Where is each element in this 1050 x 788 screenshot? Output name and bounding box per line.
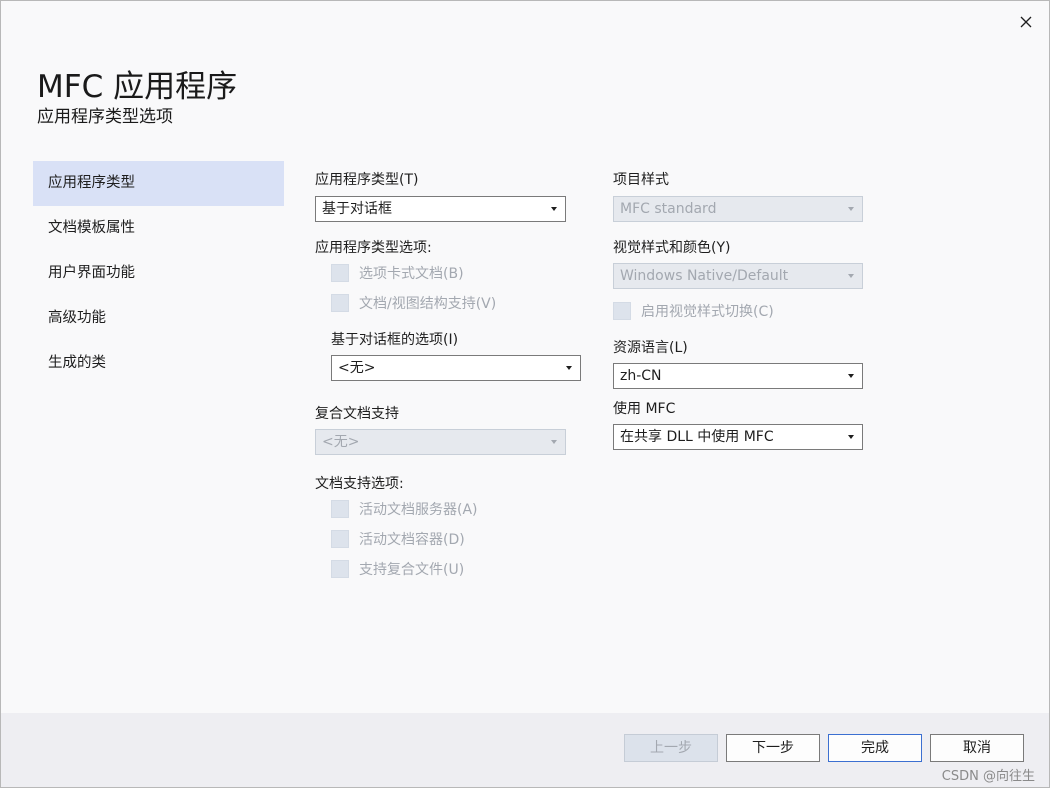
checkbox-box	[331, 530, 349, 548]
project-style-value: MFC standard	[620, 201, 717, 217]
page-subtitle: 应用程序类型选项	[37, 107, 173, 127]
project-style-select[interactable]: MFC standard	[613, 196, 863, 222]
resource-language-select[interactable]: zh-CN	[613, 363, 863, 389]
dialog-options-select[interactable]: <无>	[331, 355, 581, 381]
active-doc-server-label: 活动文档服务器(A)	[359, 502, 478, 518]
mfc-app-wizard-window: MFC 应用程序 应用程序类型选项 应用程序类型 文档模板属性 用户界面功能 高…	[0, 0, 1050, 788]
app-type-label: 应用程序类型(T)	[315, 172, 419, 188]
checkbox-box	[613, 302, 631, 320]
dialog-options-value: <无>	[338, 360, 376, 376]
nav-item-app-type[interactable]: 应用程序类型	[33, 161, 284, 206]
tabbed-docs-label: 选项卡式文档(B)	[359, 266, 464, 282]
use-mfc-value: 在共享 DLL 中使用 MFC	[620, 429, 774, 445]
visual-style-switch-label: 启用视觉样式切换(C)	[641, 304, 774, 320]
chevron-down-icon	[848, 207, 854, 211]
dialog-options-label: 基于对话框的选项(I)	[331, 332, 459, 348]
app-type-options-label: 应用程序类型选项:	[315, 240, 432, 256]
next-button[interactable]: 下一步	[726, 734, 820, 762]
app-type-select[interactable]: 基于对话框	[315, 196, 566, 222]
visual-style-value: Windows Native/Default	[620, 268, 789, 284]
compound-doc-value: <无>	[322, 434, 360, 450]
cancel-button[interactable]: 取消	[930, 734, 1024, 762]
close-icon	[1020, 16, 1032, 28]
visual-style-label: 视觉样式和颜色(Y)	[613, 240, 731, 256]
checkbox-box	[331, 264, 349, 282]
app-type-value: 基于对话框	[322, 201, 392, 217]
compound-doc-select[interactable]: <无>	[315, 429, 566, 455]
checkbox-box	[331, 500, 349, 518]
tabbed-docs-checkbox[interactable]: 选项卡式文档(B)	[331, 263, 464, 283]
chevron-down-icon	[551, 207, 557, 211]
wizard-nav: 应用程序类型 文档模板属性 用户界面功能 高级功能 生成的类	[33, 161, 284, 386]
doc-support-options-label: 文档支持选项:	[315, 476, 404, 492]
watermark: CSDN @向往生	[941, 769, 1035, 784]
resource-language-value: zh-CN	[620, 368, 662, 384]
use-mfc-label: 使用 MFC	[613, 401, 676, 417]
active-doc-server-checkbox[interactable]: 活动文档服务器(A)	[331, 499, 478, 519]
nav-item-generated-classes[interactable]: 生成的类	[33, 341, 284, 386]
doc-view-checkbox[interactable]: 文档/视图结构支持(V)	[331, 293, 496, 313]
chevron-down-icon	[848, 435, 854, 439]
resource-language-label: 资源语言(L)	[613, 340, 688, 356]
chevron-down-icon	[848, 274, 854, 278]
chevron-down-icon	[551, 440, 557, 444]
chevron-down-icon	[566, 366, 572, 370]
active-doc-container-label: 活动文档容器(D)	[359, 532, 465, 548]
doc-view-label: 文档/视图结构支持(V)	[359, 296, 497, 312]
compound-files-checkbox[interactable]: 支持复合文件(U)	[331, 559, 464, 579]
visual-style-select[interactable]: Windows Native/Default	[613, 263, 863, 289]
checkbox-box	[331, 294, 349, 312]
nav-item-ui-features[interactable]: 用户界面功能	[33, 251, 284, 296]
nav-item-doc-template[interactable]: 文档模板属性	[33, 206, 284, 251]
project-style-label: 项目样式	[613, 172, 669, 188]
close-button[interactable]	[1015, 11, 1037, 33]
checkbox-box	[331, 560, 349, 578]
use-mfc-select[interactable]: 在共享 DLL 中使用 MFC	[613, 424, 863, 450]
page-title: MFC 应用程序	[37, 69, 238, 105]
previous-button[interactable]: 上一步	[624, 734, 718, 762]
chevron-down-icon	[848, 374, 854, 378]
visual-style-switch-checkbox[interactable]: 启用视觉样式切换(C)	[613, 301, 774, 321]
active-doc-container-checkbox[interactable]: 活动文档容器(D)	[331, 529, 465, 549]
compound-files-label: 支持复合文件(U)	[359, 562, 465, 578]
nav-item-advanced[interactable]: 高级功能	[33, 296, 284, 341]
finish-button[interactable]: 完成	[828, 734, 922, 762]
compound-doc-label: 复合文档支持	[315, 406, 399, 422]
